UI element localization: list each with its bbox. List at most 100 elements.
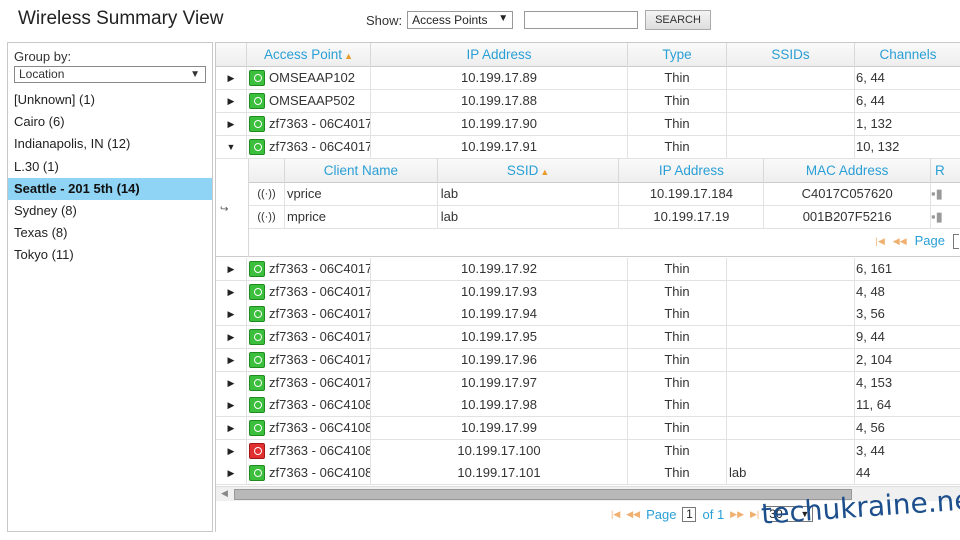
access-point-cell: zf7363 - 06C4108: [247, 439, 371, 462]
column-header-client-name[interactable]: Client Name: [285, 159, 438, 183]
access-point-status-icon: [249, 261, 265, 277]
access-point-name: zf7363 - 06C4017: [269, 139, 371, 154]
location-item[interactable]: Seattle - 201 5th (14): [8, 177, 212, 200]
column-header-ssids[interactable]: SSIDs: [727, 43, 855, 67]
first-page-icon[interactable]: |◀: [876, 229, 885, 253]
grid-header: Access Point ▲ IP Address Type SSIDs Chan…: [216, 43, 960, 67]
type-cell: Thin: [628, 90, 727, 112]
location-item[interactable]: L.30 (1): [8, 156, 212, 178]
expand-icon[interactable]: ▶: [216, 67, 247, 89]
client-row[interactable]: ((·)) mprice lab 10.199.17.19 001B207F5216 ▪▮: [249, 206, 960, 229]
ssids-cell: [727, 371, 855, 394]
channels-cell: 11, 64: [856, 397, 892, 413]
expand-icon[interactable]: ▶: [216, 113, 247, 135]
column-header-client-ip[interactable]: IP Address: [619, 159, 765, 183]
collapse-icon[interactable]: ▼: [216, 136, 247, 158]
column-header-r[interactable]: R: [931, 159, 960, 183]
expand-icon[interactable]: ▶: [216, 462, 247, 485]
ssids-cell: [727, 326, 855, 349]
column-header-channels[interactable]: Channels: [855, 43, 960, 67]
column-header-ssid[interactable]: SSID ▲: [438, 159, 620, 183]
table-row[interactable]: ▶ zf7363 - 06C4017 10.199.17.92 Thin 6, 161: [216, 258, 960, 281]
access-point-status-icon: [249, 306, 265, 323]
table-row[interactable]: ▶ zf7363 - 06C4017 10.199.17.96 Thin 2, 104: [216, 348, 960, 372]
table-row[interactable]: ▶ zf7363 - 06C4108 10.199.17.99 Thin 4, 56: [216, 416, 960, 440]
channels-cell: 6, 44: [856, 93, 885, 108]
type-cell: Thin: [628, 348, 727, 371]
table-row[interactable]: ▶ zf7363 - 06C4108 10.199.17.98 Thin 11, 64: [216, 394, 960, 418]
table-row[interactable]: ▶ zf7363 - 06C4017 10.199.17.90 Thin 1, 132: [216, 113, 960, 136]
column-header-type[interactable]: Type: [628, 43, 727, 67]
access-point-status-icon: [249, 419, 265, 436]
location-item[interactable]: Texas (8): [8, 222, 212, 244]
table-row[interactable]: ▶ zf7363 - 06C4108 10.199.17.101 Thin lab 44: [216, 462, 960, 486]
table-row[interactable]: ▶ OMSEAAP502 10.199.17.88 Thin 6, 44: [216, 90, 960, 113]
table-row[interactable]: ▶ zf7363 - 06C4017 10.199.17.93 Thin 4, 48: [216, 280, 960, 304]
expand-icon[interactable]: ▶: [216, 303, 247, 326]
ip-address-cell: 10.199.17.88: [371, 90, 628, 112]
table-row[interactable]: ▶ zf7363 - 06C4017 10.199.17.94 Thin 3, 56: [216, 303, 960, 327]
type-cell: Thin: [628, 258, 727, 280]
group-by-select[interactable]: Location ▼: [14, 66, 206, 83]
access-point-name: zf7363 - 06C4108: [269, 397, 371, 413]
scroll-left-icon[interactable]: ◀: [221, 488, 228, 499]
ssid-cell: lab: [438, 183, 620, 205]
channels-cell: 4, 48: [856, 283, 885, 299]
first-page-icon[interactable]: |◀: [611, 509, 620, 520]
column-header-ip-address[interactable]: IP Address: [371, 43, 628, 67]
client-page-input[interactable]: [953, 233, 959, 249]
expand-icon[interactable]: ▶: [216, 280, 247, 303]
channels-cell: 4, 153: [856, 374, 893, 390]
channels-cell: 6, 44: [856, 70, 885, 85]
prev-page-icon[interactable]: ◀◀: [893, 229, 907, 253]
ssids-cell: [727, 439, 855, 462]
table-row[interactable]: ▶ zf7363 - 06C4017 10.199.17.95 Thin 9, 44: [216, 326, 960, 350]
location-item[interactable]: Sydney (8): [8, 200, 212, 222]
search-button[interactable]: SEARCH: [645, 10, 711, 30]
show-select[interactable]: Access Points ▼: [407, 11, 514, 29]
expand-icon[interactable]: ▶: [216, 348, 247, 371]
ip-address-cell: 10.199.17.91: [371, 136, 628, 158]
expand-icon[interactable]: ▶: [216, 416, 247, 439]
access-point-name: OMSEAAP102: [269, 70, 355, 85]
type-cell: Thin: [628, 136, 727, 158]
table-row[interactable]: ▶ zf7363 - 06C4108 10.199.17.100 Thin 3, 44: [216, 439, 960, 463]
table-row[interactable]: ▶ OMSEAAP102 10.199.17.89 Thin 6, 44: [216, 67, 960, 90]
expand-icon[interactable]: ▶: [216, 394, 247, 417]
search-input[interactable]: [524, 11, 639, 29]
column-header-mac-address[interactable]: MAC Address: [764, 159, 932, 183]
access-point-name: zf7363 - 06C4017: [269, 283, 371, 299]
column-header-access-point[interactable]: Access Point ▲: [247, 43, 371, 67]
expand-icon[interactable]: ▶: [216, 326, 247, 349]
access-point-name: zf7363 - 06C4108: [269, 419, 371, 435]
table-row[interactable]: ▼ zf7363 - 06C4017 10.199.17.91 Thin 10, 132: [216, 136, 960, 159]
table-row[interactable]: ▶ zf7363 - 06C4017 10.199.17.97 Thin 4, 153: [216, 371, 960, 395]
page-number-input[interactable]: 1: [682, 506, 697, 522]
expand-icon[interactable]: ▶: [216, 439, 247, 462]
expand-icon[interactable]: ▶: [216, 90, 247, 112]
channels-cell: 3, 44: [856, 442, 885, 458]
location-item[interactable]: Indianapolis, IN (12): [8, 133, 212, 155]
location-item[interactable]: Tokyo (11): [8, 244, 212, 266]
show-select-value: Access Points: [412, 13, 488, 27]
mac-address-cell: C4017C057620: [764, 183, 932, 205]
ssid-cell: lab: [438, 206, 620, 228]
ssids-cell: [727, 303, 855, 326]
location-item[interactable]: [Unknown] (1): [8, 89, 212, 111]
prev-page-icon[interactable]: ◀◀: [626, 509, 640, 520]
location-item[interactable]: Cairo (6): [8, 111, 212, 133]
ssids-cell: [727, 113, 855, 135]
signal-bars-icon: ▪▮: [931, 186, 943, 201]
last-page-icon[interactable]: ▶|: [750, 509, 759, 520]
access-point-cell: OMSEAAP502: [247, 90, 371, 112]
expand-icon[interactable]: ▶: [216, 258, 247, 280]
client-row[interactable]: ((·)) vprice lab 10.199.17.184 C4017C057620 ▪…: [249, 183, 960, 206]
page-of-label: of 1: [702, 506, 725, 522]
access-point-cell: zf7363 - 06C4017: [247, 258, 371, 280]
ssids-cell: [727, 394, 855, 417]
client-page-label: Page: [914, 233, 945, 248]
next-page-icon[interactable]: ▶▶: [730, 509, 744, 520]
sort-up-icon: ▲: [344, 51, 353, 61]
expand-icon[interactable]: ▶: [216, 371, 247, 394]
group-panel: Group by: Location ▼ [Unknown] (1) Cairo …: [7, 42, 213, 532]
